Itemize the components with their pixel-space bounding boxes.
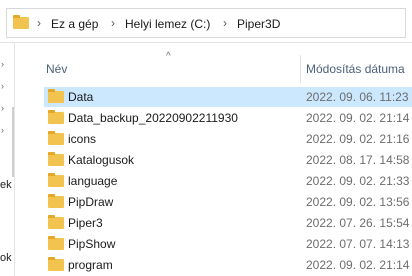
folder-icon <box>48 194 64 208</box>
file-date-modified: 2022. 09. 02. 13:56 <box>306 195 410 209</box>
expand-chevron-icon[interactable]: › <box>1 103 4 113</box>
file-name: Data_backup_20220902211930 <box>68 111 238 125</box>
file-row[interactable]: Piper3 2022. 07. 26. 15:54 <box>44 213 412 233</box>
breadcrumb-separator: › <box>223 16 227 30</box>
column-divider[interactable] <box>300 55 301 83</box>
file-row[interactable]: PipDraw 2022. 09. 02. 13:56 <box>44 192 412 212</box>
file-row[interactable]: language 2022. 09. 02. 21:33 <box>44 171 412 191</box>
folder-icon <box>48 89 64 103</box>
folder-icon <box>48 131 64 145</box>
file-name: icons <box>68 132 97 146</box>
file-row[interactable]: Katalogusok 2022. 08. 17. 14:58 <box>44 150 412 170</box>
file-date-modified: 2022. 07. 07. 14:13 <box>306 237 410 251</box>
file-name: language <box>68 174 118 188</box>
breadcrumb-separator: › <box>111 16 115 30</box>
file-row[interactable]: Data_backup_20220902211930 2022. 09. 02. … <box>44 108 412 128</box>
folder-icon <box>48 152 64 166</box>
file-name: Data <box>68 90 94 104</box>
file-name: Piper3 <box>68 216 103 230</box>
column-header: Név ^ Módosítás dátuma <box>14 51 412 83</box>
file-row[interactable]: Data 2022. 09. 06. 11:23 <box>44 87 412 107</box>
expand-chevron-icon[interactable]: › <box>1 81 4 91</box>
breadcrumb-separator: › <box>37 16 41 30</box>
folder-icon <box>48 110 64 124</box>
file-name: Katalogusok <box>68 153 135 167</box>
expand-chevron-icon[interactable]: › <box>1 59 4 69</box>
file-date-modified: 2022. 07. 26. 15:54 <box>306 216 410 230</box>
file-name: PipDraw <box>68 195 114 209</box>
nav-item-partial-label[interactable]: ek <box>0 179 12 191</box>
breadcrumb-item-this-pc[interactable]: Ez a gép <box>51 17 98 31</box>
file-date-modified: 2022. 09. 02. 21:16 <box>306 132 410 146</box>
file-row[interactable]: program 2022. 09. 02. 21:14 <box>44 255 412 275</box>
file-name: program <box>68 258 113 272</box>
breadcrumb[interactable]: › Ez a gép › Helyi lemez (C:) › Piper3D <box>6 8 406 38</box>
file-date-modified: 2022. 09. 02. 21:14 <box>306 258 410 272</box>
navigation-pane[interactable]: › › › › ek ok <box>0 43 15 276</box>
breadcrumb-item-piper3d[interactable]: Piper3D <box>237 17 280 31</box>
sort-ascending-icon: ^ <box>166 51 171 62</box>
breadcrumb-item-local-disk[interactable]: Helyi lemez (C:) <box>125 17 210 31</box>
folder-icon <box>48 215 64 229</box>
nav-item-partial-label[interactable]: ok <box>0 252 12 264</box>
folder-icon <box>13 15 29 29</box>
expand-chevron-icon[interactable]: › <box>1 125 4 135</box>
nav-pane-scrollbar[interactable] <box>12 107 14 177</box>
file-row[interactable]: icons 2022. 09. 02. 21:16 <box>44 129 412 149</box>
file-date-modified: 2022. 09. 02. 21:33 <box>306 174 410 188</box>
folder-icon <box>48 173 64 187</box>
file-date-modified: 2022. 09. 06. 11:23 <box>306 90 409 104</box>
file-row[interactable]: PipShow 2022. 07. 07. 14:13 <box>44 234 412 254</box>
folder-icon <box>48 236 64 250</box>
column-header-date-modified[interactable]: Módosítás dátuma <box>306 62 405 76</box>
address-bar: › Ez a gép › Helyi lemez (C:) › Piper3D <box>0 6 412 43</box>
file-date-modified: 2022. 09. 02. 21:14 <box>306 111 410 125</box>
file-name: PipShow <box>68 237 116 251</box>
folder-icon <box>48 257 64 271</box>
file-date-modified: 2022. 08. 17. 14:58 <box>306 153 410 167</box>
column-header-name[interactable]: Név <box>46 62 67 76</box>
